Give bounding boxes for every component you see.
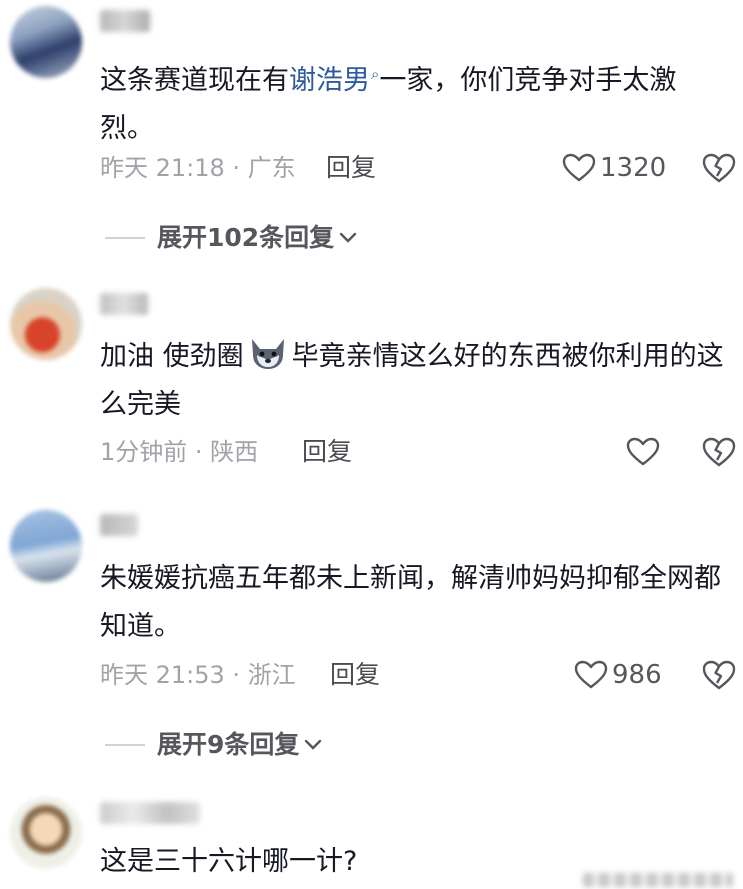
reply-button[interactable]: 回复 xyxy=(302,437,352,467)
divider xyxy=(105,744,145,746)
timestamp: 昨天 21:53 xyxy=(100,661,225,689)
like-button[interactable]: 986 xyxy=(574,660,662,690)
expand-replies-button[interactable]: 展开9条回复 xyxy=(105,730,323,760)
divider xyxy=(105,237,145,239)
timestamp: 昨天 21:18 xyxy=(100,154,225,182)
broken-heart-icon[interactable] xyxy=(701,659,737,691)
expand-replies-button[interactable]: 展开102条回复 xyxy=(105,223,358,253)
reply-button[interactable]: 回复 xyxy=(330,660,380,690)
like-count: 1320 xyxy=(600,153,667,183)
dog-face-emoji-icon xyxy=(251,339,284,369)
chevron-down-icon xyxy=(305,739,322,750)
like-button[interactable]: 1320 xyxy=(562,153,666,183)
heart-outline-icon xyxy=(562,153,596,182)
like-count: 986 xyxy=(612,660,662,690)
broken-heart-icon[interactable] xyxy=(701,436,737,468)
like-button[interactable] xyxy=(626,437,664,467)
avatar[interactable] xyxy=(10,6,82,78)
username[interactable] xyxy=(100,802,200,824)
timestamp: 1分钟前 xyxy=(100,438,188,466)
avatar[interactable] xyxy=(10,510,82,582)
heart-outline-icon xyxy=(574,660,608,689)
avatar[interactable] xyxy=(10,797,82,869)
username[interactable] xyxy=(100,293,148,315)
chevron-down-icon xyxy=(339,232,357,243)
heart-outline-icon xyxy=(626,437,660,466)
avatar[interactable] xyxy=(10,288,82,360)
location: 陕西 xyxy=(210,438,259,466)
comment-meta: 昨天 21:18 · 广东 xyxy=(100,154,296,182)
comment-meta: 1分钟前 · 陕西 xyxy=(100,438,259,466)
location: 广东 xyxy=(247,154,296,182)
username[interactable] xyxy=(100,514,138,536)
location: 浙江 xyxy=(247,661,296,689)
broken-heart-icon[interactable] xyxy=(701,152,737,184)
reply-button[interactable]: 回复 xyxy=(326,153,376,183)
comment-text: 这条赛道现在有谢浩男⌕一家，你们竞争对手太激烈。 xyxy=(100,50,730,153)
watermark xyxy=(583,873,733,887)
comment-text: 加油 使劲圈 毕竟亲情这么好的东西被你利用的这么完美 xyxy=(100,333,730,429)
username[interactable] xyxy=(100,10,150,32)
mention-link[interactable]: 谢浩男 xyxy=(289,65,370,96)
comment-meta: 昨天 21:53 · 浙江 xyxy=(100,661,296,689)
comment-text: 朱媛媛抗癌五年都未上新闻，解清帅妈妈抑郁全网都知道。 xyxy=(100,563,721,642)
